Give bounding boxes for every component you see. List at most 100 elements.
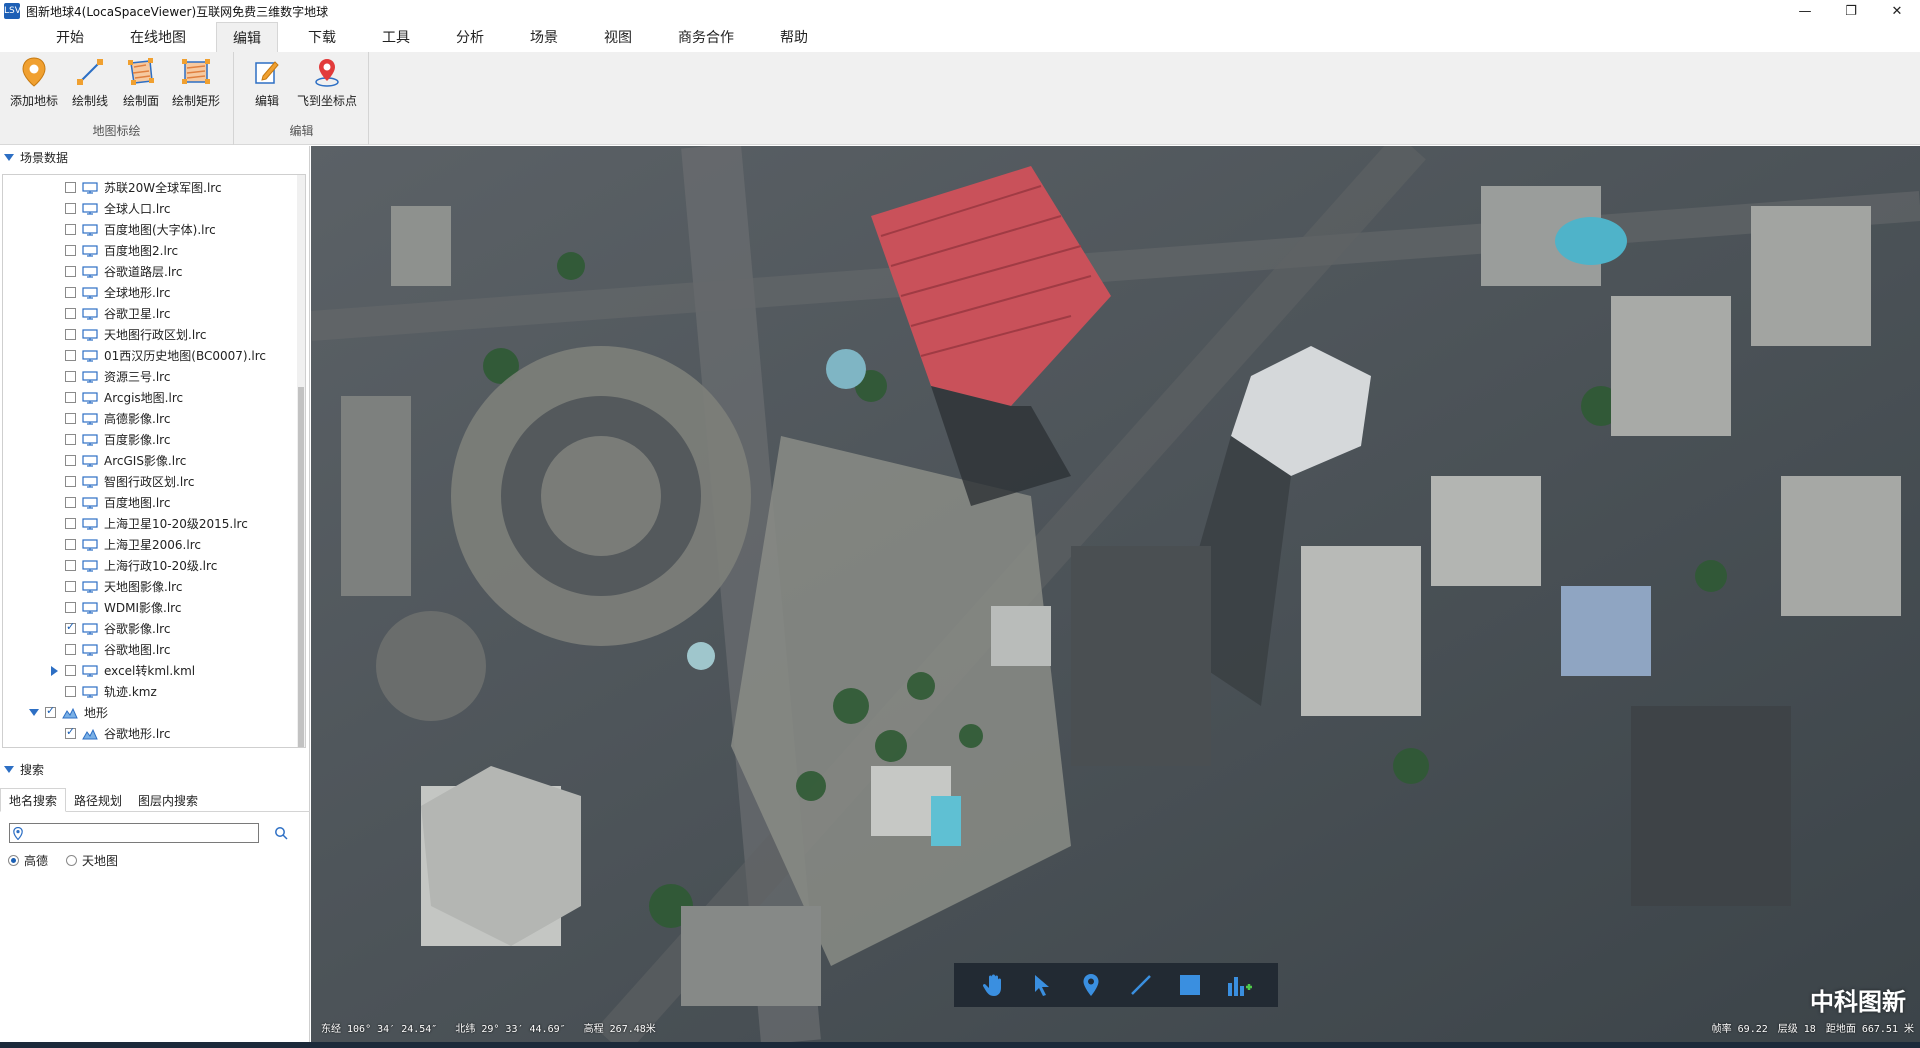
layer-checkbox[interactable] (65, 497, 76, 508)
layer-label: 百度地图2.lrc (104, 244, 179, 258)
tab-online-map[interactable]: 在线地图 (114, 22, 202, 52)
scrollbar-thumb[interactable] (298, 387, 304, 747)
layer-checkbox[interactable] (45, 704, 56, 718)
layer-checkbox[interactable] (65, 224, 76, 235)
search-input[interactable] (23, 824, 258, 842)
layer-checkbox[interactable] (65, 455, 76, 466)
layer-item[interactable]: 01西汉历史地图(BC0007).lrc (47, 345, 266, 366)
layer-checkbox[interactable] (65, 560, 76, 571)
layer-item[interactable]: 上海卫星10-20级2015.lrc (47, 513, 248, 534)
collapse-arrow-icon[interactable] (4, 765, 14, 773)
layer-item[interactable]: 百度地图.lrc (47, 492, 170, 513)
layer-item[interactable]: 百度影像.lrc (47, 429, 170, 450)
draw-rectangle-button[interactable]: 绘制矩形 (166, 56, 226, 112)
layer-item[interactable]: 百度地图(大字体).lrc (47, 219, 216, 240)
tab-edit[interactable]: 编辑 (216, 22, 278, 52)
layer-checkbox[interactable] (65, 581, 76, 592)
layer-item[interactable]: excel转kml.kml (47, 660, 195, 681)
layer-checkbox[interactable] (65, 371, 76, 382)
tab-tools[interactable]: 工具 (366, 22, 426, 52)
layer-checkbox[interactable] (65, 539, 76, 550)
search-icon[interactable] (272, 824, 290, 842)
layer-item[interactable]: Arcgis地图.lrc (47, 387, 183, 408)
tab-download[interactable]: 下载 (292, 22, 352, 52)
collapse-arrow-icon[interactable] (4, 153, 14, 161)
select-arrow-icon[interactable] (1026, 969, 1058, 1001)
layer-item[interactable]: WDMI影像.lrc (47, 597, 181, 618)
provider-gaode-radio[interactable] (8, 855, 19, 866)
provider-tianditu-radio[interactable] (66, 855, 78, 866)
layer-checkbox[interactable] (65, 476, 76, 487)
draw-polygon-icon (125, 56, 157, 88)
layer-checkbox[interactable] (65, 518, 76, 529)
add-placemark-button[interactable]: 添加地标 (4, 56, 64, 112)
search-header[interactable]: 搜索 (0, 758, 310, 780)
map-layer-icon (82, 475, 98, 488)
layer-checkbox[interactable] (65, 266, 76, 277)
tab-help[interactable]: 帮助 (764, 22, 824, 52)
fly-to-point-button[interactable]: 飞到坐标点 (297, 56, 357, 112)
fps-readout: 帧率 69.22 (1711, 1023, 1768, 1035)
collapse-arrow-icon[interactable] (27, 709, 41, 716)
layer-checkbox[interactable] (65, 245, 76, 256)
layer-checkbox[interactable] (65, 686, 76, 697)
layer-item[interactable]: 谷歌卫星.lrc (47, 303, 170, 324)
layer-item[interactable]: 谷歌地图.lrc (47, 639, 170, 660)
pan-hand-icon[interactable] (977, 969, 1009, 1001)
draw-polygon-button[interactable]: 绘制面 (111, 56, 171, 112)
expand-arrow-icon[interactable] (47, 665, 61, 676)
layer-checkbox[interactable] (65, 413, 76, 424)
map-viewport[interactable]: 中科图新 东经 106° 34′ 24.54″ 北纬 29° 33′ 44.69… (311, 146, 1920, 1042)
restore-icon[interactable]: ❐ (1828, 0, 1874, 22)
layer-checkbox[interactable] (65, 665, 76, 676)
tab-analysis[interactable]: 分析 (440, 22, 500, 52)
tab-layer-search[interactable]: 图层内搜索 (130, 788, 206, 812)
layer-group-terrain[interactable]: 地形 (27, 702, 108, 723)
layer-item[interactable]: 高德影像.lrc (47, 408, 170, 429)
layer-checkbox[interactable] (65, 644, 76, 655)
layer-checkbox[interactable] (65, 620, 76, 634)
layer-item[interactable]: 智图行政区划.lrc (47, 471, 194, 492)
layer-item[interactable]: 轨迹.kmz (47, 681, 157, 702)
layer-item[interactable]: 上海卫星2006.lrc (47, 534, 201, 555)
layer-item[interactable]: 天地图行政区划.lrc (47, 324, 206, 345)
scene-data-header[interactable]: 场景数据 (0, 146, 309, 168)
tab-business[interactable]: 商务合作 (662, 22, 750, 52)
layer-item[interactable]: 上海行政10-20级.lrc (47, 555, 217, 576)
chart-add-icon[interactable] (1223, 969, 1255, 1001)
layer-item[interactable]: 谷歌影像.lrc (47, 618, 170, 639)
layer-checkbox[interactable] (65, 602, 76, 613)
tab-place-search[interactable]: 地名搜索 (0, 788, 67, 812)
tab-route-planning[interactable]: 路径规划 (66, 788, 130, 812)
layer-item[interactable]: 谷歌道路层.lrc (47, 261, 182, 282)
tab-view[interactable]: 视图 (588, 22, 648, 52)
tab-scene[interactable]: 场景 (514, 22, 574, 52)
layer-item[interactable]: 苏联20W全球军图.lrc (47, 177, 222, 198)
layer-checkbox[interactable] (65, 308, 76, 319)
layer-checkbox[interactable] (65, 329, 76, 340)
layer-checkbox[interactable] (65, 203, 76, 214)
minimize-icon[interactable]: — (1782, 0, 1828, 22)
edit-button[interactable]: 编辑 (237, 56, 297, 112)
layer-checkbox[interactable] (65, 182, 76, 193)
placemark-icon[interactable] (1075, 969, 1107, 1001)
layer-item[interactable]: 全球人口.lrc (47, 198, 170, 219)
rectangle-icon[interactable] (1174, 969, 1206, 1001)
tree-scrollbar[interactable] (297, 175, 305, 747)
layer-checkbox[interactable] (65, 287, 76, 298)
layer-item[interactable]: 天地图影像.lrc (47, 576, 182, 597)
provider-tianditu-label: 天地图 (82, 854, 119, 868)
layer-checkbox[interactable] (65, 434, 76, 445)
layer-item[interactable]: 全球地形.lrc (47, 282, 170, 303)
layer-item[interactable]: 百度地图2.lrc (47, 240, 178, 261)
layer-item[interactable]: 谷歌地形.lrc (47, 723, 170, 744)
tab-start[interactable]: 开始 (40, 22, 100, 52)
layer-item[interactable]: 资源三号.lrc (47, 366, 170, 387)
layer-checkbox[interactable] (65, 725, 76, 739)
line-icon[interactable] (1125, 969, 1157, 1001)
layer-checkbox[interactable] (65, 392, 76, 403)
layer-item[interactable]: ArcGIS影像.lrc (47, 450, 186, 471)
layer-label: 上海卫星2006.lrc (104, 538, 201, 552)
layer-checkbox[interactable] (65, 350, 76, 361)
close-icon[interactable]: ✕ (1874, 0, 1920, 22)
